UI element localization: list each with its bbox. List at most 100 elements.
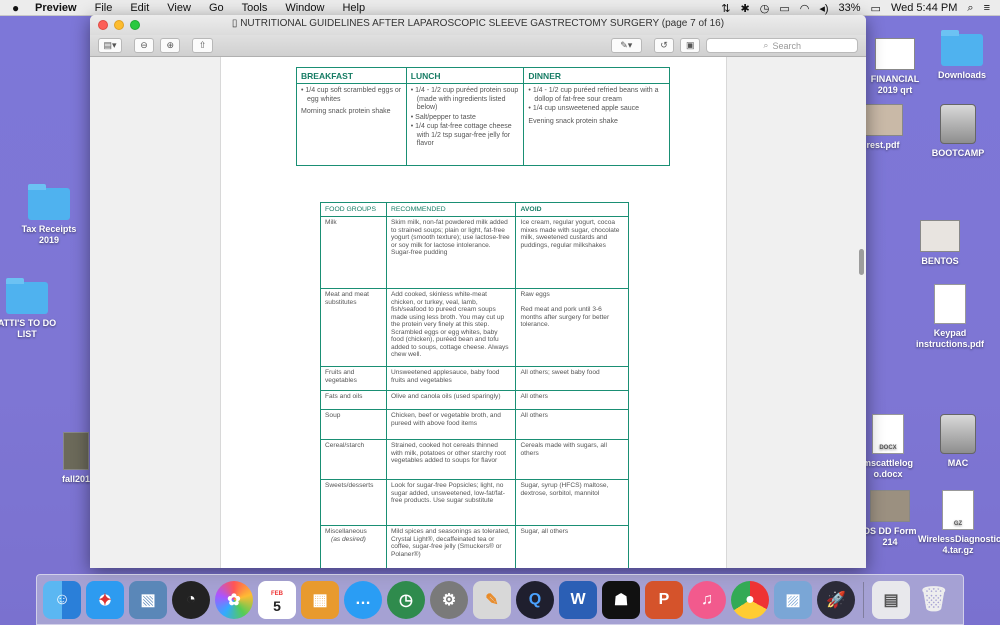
menu-file[interactable]: File bbox=[86, 2, 122, 14]
desktop-icon-label: BOOTCAMP bbox=[931, 148, 985, 158]
word-icon[interactable]: W bbox=[559, 580, 597, 619]
header-avoid: AVOID bbox=[515, 202, 629, 217]
volume-icon[interactable]: ◂) bbox=[819, 2, 828, 15]
table-row: Milk Skim milk, non-fat powdered milk ad… bbox=[320, 216, 629, 289]
battery-icon[interactable]: ▭ bbox=[871, 2, 881, 15]
time-machine-icon[interactable]: ◷ bbox=[760, 2, 770, 15]
system-preferences-icon[interactable]: ⚙ bbox=[430, 580, 468, 619]
menu-app-preview[interactable]: Preview bbox=[26, 2, 86, 14]
header-breakfast: BREAKFAST bbox=[296, 67, 407, 84]
powerpoint-icon[interactable]: P bbox=[645, 580, 683, 619]
desktop-file-bentos[interactable]: BENTOS bbox=[904, 220, 976, 267]
chrome-icon[interactable]: ● bbox=[731, 580, 769, 619]
itunes-icon[interactable]: ♫ bbox=[688, 580, 726, 619]
sidebar-view-button[interactable]: ▤▾ bbox=[98, 38, 122, 53]
desktop-drive-mac[interactable]: MAC bbox=[922, 414, 994, 469]
image-thumbnail-icon bbox=[920, 220, 960, 252]
pages-icon[interactable]: ✎ bbox=[473, 580, 511, 619]
food-group-cell: Meat and meat substitutes bbox=[320, 288, 387, 367]
rotate-button[interactable]: ↺ bbox=[653, 38, 675, 53]
breakfast-cell: • 1/4 cup soft scrambled eggs or egg whi… bbox=[296, 83, 407, 166]
header-recommended: RECOMMENDED bbox=[385, 202, 517, 217]
food-group-cell: Miscellaneous (as desired) bbox=[320, 525, 387, 568]
desktop-drive-bootcamp[interactable]: BOOTCAMP bbox=[922, 104, 994, 159]
hard-drive-icon bbox=[940, 414, 976, 454]
avoid-cell: Ice cream, regular yogurt, cocoa mixes m… bbox=[515, 216, 629, 289]
clock[interactable]: Wed 5:44 PM bbox=[891, 2, 957, 14]
airplay-icon[interactable]: ▭ bbox=[779, 2, 789, 15]
desktop-icon-label: Tax Receipts 2019 bbox=[21, 224, 77, 245]
hard-drive-icon bbox=[940, 104, 976, 144]
calendar-icon[interactable]: FEB 5 bbox=[258, 580, 296, 619]
markup-button[interactable]: ✎▾ bbox=[610, 38, 642, 53]
recommended-cell: Skim milk, non-fat powdered milk added t… bbox=[385, 216, 517, 289]
preview-icon[interactable]: ▧ bbox=[129, 580, 167, 619]
search-field[interactable]: ⌕ Search bbox=[706, 38, 859, 53]
finder-icon[interactable]: ☺ bbox=[43, 580, 81, 619]
spotlight-icon[interactable]: ⌕ bbox=[967, 2, 973, 15]
time-machine-icon[interactable]: ◷ bbox=[387, 580, 425, 619]
desktop-file-keypad-pdf[interactable]: Keypad instructions.pdf bbox=[912, 284, 988, 350]
dropbox-icon[interactable]: ⇅ bbox=[721, 2, 730, 15]
menu-edit[interactable]: Edit bbox=[121, 2, 158, 14]
quicktime-icon[interactable]: Q bbox=[516, 580, 554, 619]
notification-center-icon[interactable]: ≡ bbox=[984, 2, 990, 14]
dinner-item: • 1/4 - 1/2 cup puréed refried beans wit… bbox=[528, 87, 659, 103]
apple-menu-icon[interactable]: ● bbox=[12, 1, 26, 15]
desktop-file-cattlelog-docx[interactable]: DOCX mscattlelog o.docx bbox=[858, 414, 918, 480]
table-row: Miscellaneous (as desired) Mild spices a… bbox=[320, 525, 629, 568]
document-area[interactable]: BREAKFAST LUNCH DINNER • 1/4 cup soft sc… bbox=[90, 57, 866, 568]
dock-separator bbox=[863, 581, 864, 618]
photo-slideshow-icon[interactable]: ▨ bbox=[774, 580, 812, 619]
battery-percent[interactable]: 33% bbox=[839, 2, 861, 14]
search-placeholder: Search bbox=[772, 40, 801, 51]
pdf-thumbnail-icon bbox=[863, 104, 903, 136]
image-thumbnail-icon bbox=[63, 432, 89, 470]
desktop-folder-tax-receipts[interactable]: Tax Receipts 2019 bbox=[14, 184, 84, 246]
avoid-cell: Sugar, all others bbox=[515, 525, 629, 568]
dinner-item: • 1/4 cup unsweetened apple sauce bbox=[528, 105, 640, 112]
launchpad-icon[interactable]: 🚀 bbox=[817, 580, 855, 619]
menu-help[interactable]: Help bbox=[333, 2, 374, 14]
kindle-icon[interactable]: ☗ bbox=[602, 580, 640, 619]
vertical-scrollbar[interactable] bbox=[859, 249, 864, 275]
window-title-text: NUTRITIONAL GUIDELINES AFTER LAPAROSCOPI… bbox=[240, 18, 725, 29]
menu-view[interactable]: View bbox=[158, 2, 200, 14]
calculator-icon[interactable]: ▦ bbox=[301, 580, 339, 619]
bluetooth-icon[interactable]: ✱ bbox=[740, 2, 749, 15]
share-button[interactable]: ⇧ bbox=[192, 38, 213, 53]
food-group-cell: Fats and oils bbox=[320, 390, 387, 410]
share-icon: ⇧ bbox=[198, 40, 207, 50]
calendar-day: 5 bbox=[273, 597, 281, 614]
food-group-cell: Soup bbox=[320, 409, 387, 440]
meal-header-row: BREAKFAST LUNCH DINNER bbox=[296, 67, 670, 84]
desktop-folder-todo[interactable]: ATTI'S TO DO LIST bbox=[0, 278, 62, 340]
avoid-cell: Raw eggs Red meat and pork until 3-6 mon… bbox=[515, 288, 629, 367]
desktop-icon-label: Downloads bbox=[937, 70, 986, 80]
wifi-icon[interactable]: ◠ bbox=[800, 2, 810, 15]
menu-window[interactable]: Window bbox=[276, 2, 333, 14]
food-group-name: Miscellaneous bbox=[325, 528, 367, 535]
zoom-out-button[interactable]: ⊖ bbox=[133, 38, 155, 53]
desktop-file-wireless-diagnostics[interactable]: GZ WirelessDiagnostics_C0…4.tar.gz bbox=[918, 490, 1000, 556]
desktop-icon-label: DS DD Form 214 bbox=[863, 526, 917, 547]
zoom-in-button[interactable]: ⊕ bbox=[160, 38, 181, 53]
dashboard-icon[interactable]: ◔ bbox=[172, 580, 210, 619]
dinner-cell: • 1/4 - 1/2 cup puréed refried beans wit… bbox=[523, 83, 670, 166]
desktop-folder-downloads[interactable]: Downloads bbox=[926, 30, 998, 81]
menu-tools[interactable]: Tools bbox=[233, 2, 277, 14]
docx-badge: DOCX bbox=[879, 445, 897, 451]
desktop-file-dd-form[interactable]: DS DD Form 214 bbox=[860, 490, 920, 548]
desktop-file-financial[interactable]: FINANCIAL 2019 qrt bbox=[860, 38, 930, 96]
safari-icon[interactable]: ✦ bbox=[86, 580, 124, 619]
gz-badge: GZ bbox=[953, 521, 963, 527]
toolbox-button[interactable]: ▣ bbox=[680, 38, 701, 53]
trash-icon[interactable]: 🗑 bbox=[915, 581, 953, 619]
docx-icon: DOCX bbox=[872, 414, 904, 454]
photos-icon[interactable]: ✿ bbox=[215, 580, 253, 619]
downloads-stack-icon[interactable]: ▤ bbox=[872, 580, 910, 619]
menu-go[interactable]: Go bbox=[200, 2, 233, 14]
title-bar: ▯ NUTRITIONAL GUIDELINES AFTER LAPAROSCO… bbox=[90, 15, 866, 35]
desktop-icon-label: FINANCIAL 2019 qrt bbox=[870, 74, 920, 95]
messages-icon[interactable]: … bbox=[344, 580, 382, 619]
